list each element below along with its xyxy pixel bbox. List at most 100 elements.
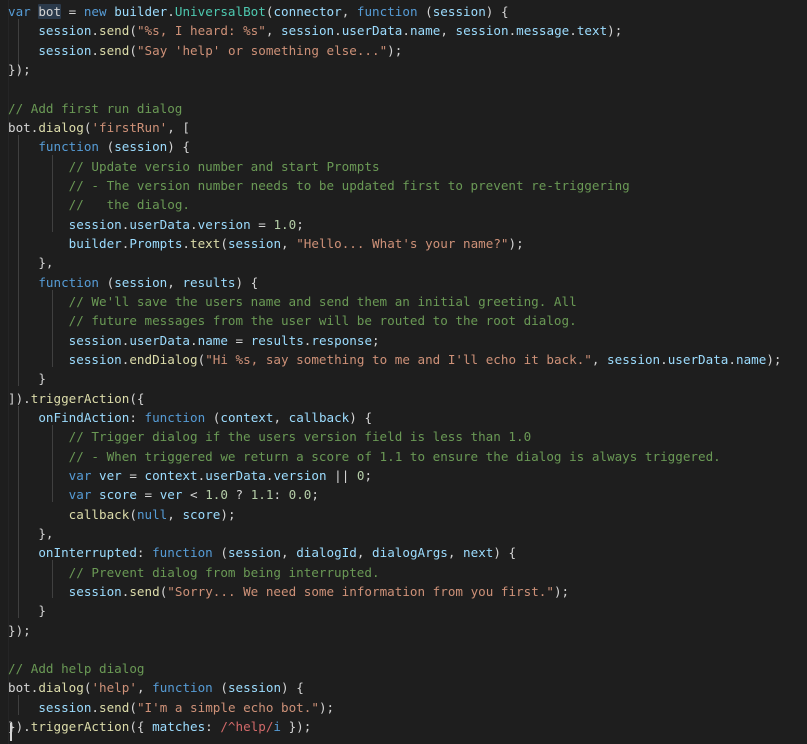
code-token: function: [38, 139, 100, 155]
code-token: "Hello... What's your name?": [296, 235, 509, 251]
code-token: callback: [68, 506, 130, 522]
code-token: session: [227, 235, 282, 251]
code-line[interactable]: bot.dialog('help', function (session) {: [8, 678, 807, 697]
code-line[interactable]: var ver = context.userData.version || 0;: [8, 466, 807, 485]
code-token: ) {: [167, 139, 191, 155]
code-token: userData: [205, 467, 266, 483]
code-line[interactable]: session.send("%s, I heard: %s", session.…: [8, 21, 807, 40]
code-token: name: [409, 23, 441, 39]
code-token: dialog: [38, 119, 84, 135]
code-token: send: [99, 42, 130, 58]
code-token: matches: [152, 719, 206, 735]
code-token: session: [38, 23, 92, 39]
code-token: ,: [341, 4, 357, 19]
code-token: ,: [440, 23, 456, 39]
code-line[interactable]: // Prevent dialog from being interrupted…: [8, 563, 807, 582]
code-line[interactable]: [8, 736, 807, 744]
code-line[interactable]: session.endDialog("Hi %s, say something …: [8, 350, 807, 369]
code-line[interactable]: function (session) {: [8, 137, 807, 156]
code-line[interactable]: session.send("Say 'help' or something el…: [8, 41, 807, 60]
code-token: send: [99, 699, 130, 715]
code-content[interactable]: var bot = new builder.UniversalBot(conne…: [8, 0, 807, 744]
code-token: session: [607, 351, 661, 367]
code-token: ;: [311, 487, 319, 503]
code-line[interactable]: session.userData.name = results.response…: [8, 331, 807, 350]
code-line[interactable]: bot.dialog('firstRun', [: [8, 118, 807, 137]
code-line[interactable]: onInterrupted: function (session, dialog…: [8, 543, 807, 562]
code-token: ) {: [235, 274, 259, 290]
code-token: ,: [167, 274, 183, 290]
code-token: ,: [136, 680, 153, 696]
code-token: session: [68, 351, 122, 367]
code-line[interactable]: }: [8, 601, 807, 620]
code-token: function: [356, 4, 418, 19]
code-token: :: [136, 545, 153, 561]
code-token: bot: [8, 119, 31, 135]
code-line[interactable]: ]).triggerAction({: [8, 389, 807, 408]
code-line[interactable]: builder.Prompts.text(session, "Hello... …: [8, 234, 807, 253]
code-line[interactable]: },: [8, 524, 807, 543]
code-line[interactable]: }).triggerAction({ matches: /^help/i });: [8, 717, 807, 736]
code-token: session: [227, 545, 282, 561]
code-token: // Prevent dialog from being interrupted…: [68, 564, 380, 580]
code-line[interactable]: [8, 79, 807, 98]
code-line[interactable]: // Add first run dialog: [8, 99, 807, 118]
code-token: (: [129, 23, 137, 39]
code-token: function: [152, 545, 213, 561]
code-line[interactable]: // - The version number needs to be upda…: [8, 176, 807, 195]
code-token: function: [152, 680, 213, 696]
code-token: context: [220, 409, 274, 425]
code-token: :: [129, 409, 145, 425]
code-token: (: [205, 409, 221, 425]
text-caret: [10, 723, 12, 741]
code-line[interactable]: session.send("I'm a simple echo bot.");: [8, 698, 807, 717]
code-token: .: [91, 23, 100, 39]
code-token: message: [516, 23, 570, 39]
code-line[interactable]: var score = ver < 1.0 ? 1.1: 0.0;: [8, 485, 807, 504]
code-token: (: [99, 274, 115, 290]
code-token: session: [68, 332, 122, 348]
code-token: name: [735, 351, 767, 367]
code-token: 1.0: [205, 487, 228, 503]
code-token: ;: [296, 216, 304, 232]
code-line[interactable]: // future messages from the user will be…: [8, 311, 807, 330]
code-line[interactable]: session.userData.version = 1.0;: [8, 215, 807, 234]
code-token: ({: [129, 390, 145, 406]
code-token: // Add first run dialog: [8, 100, 183, 116]
code-line[interactable]: // Add help dialog: [8, 659, 807, 678]
code-line[interactable]: // the dialog.: [8, 195, 807, 214]
code-line[interactable]: var bot = new builder.UniversalBot (conne…: [8, 2, 807, 21]
code-token: session: [114, 274, 168, 290]
code-token: );: [553, 583, 570, 599]
code-line[interactable]: // We'll save the users name and send th…: [8, 292, 807, 311]
code-token: score: [182, 506, 221, 522]
code-token: (: [129, 699, 137, 715]
code-line[interactable]: [8, 640, 807, 659]
code-editor[interactable]: var bot = new builder.UniversalBot(conne…: [0, 0, 807, 744]
code-token: // We'll save the users name and send th…: [68, 293, 577, 309]
code-token: session: [38, 699, 92, 715]
code-line[interactable]: // Update versio number and start Prompt…: [8, 157, 807, 176]
code-line[interactable]: callback(null, score);: [8, 505, 807, 524]
code-line[interactable]: });: [8, 60, 807, 79]
code-token: ,: [356, 545, 373, 561]
code-token: ;: [372, 332, 380, 348]
code-line[interactable]: }: [8, 369, 807, 388]
code-token: bot: [38, 4, 62, 19]
code-token: builder: [114, 4, 168, 19]
code-line[interactable]: // - When triggered we return a score of…: [8, 447, 807, 466]
code-line[interactable]: });: [8, 621, 807, 640]
code-token: ) {: [349, 409, 373, 425]
code-token: // - When triggered we return a score of…: [68, 448, 721, 464]
code-token: });: [281, 719, 312, 735]
code-line[interactable]: function (session, results) {: [8, 273, 807, 292]
code-line[interactable]: onFindAction: function (context, callbac…: [8, 408, 807, 427]
code-line[interactable]: session.send("Sorry... We need some info…: [8, 582, 807, 601]
code-line[interactable]: },: [8, 253, 807, 272]
code-line[interactable]: // Trigger dialog if the users version f…: [8, 427, 807, 446]
